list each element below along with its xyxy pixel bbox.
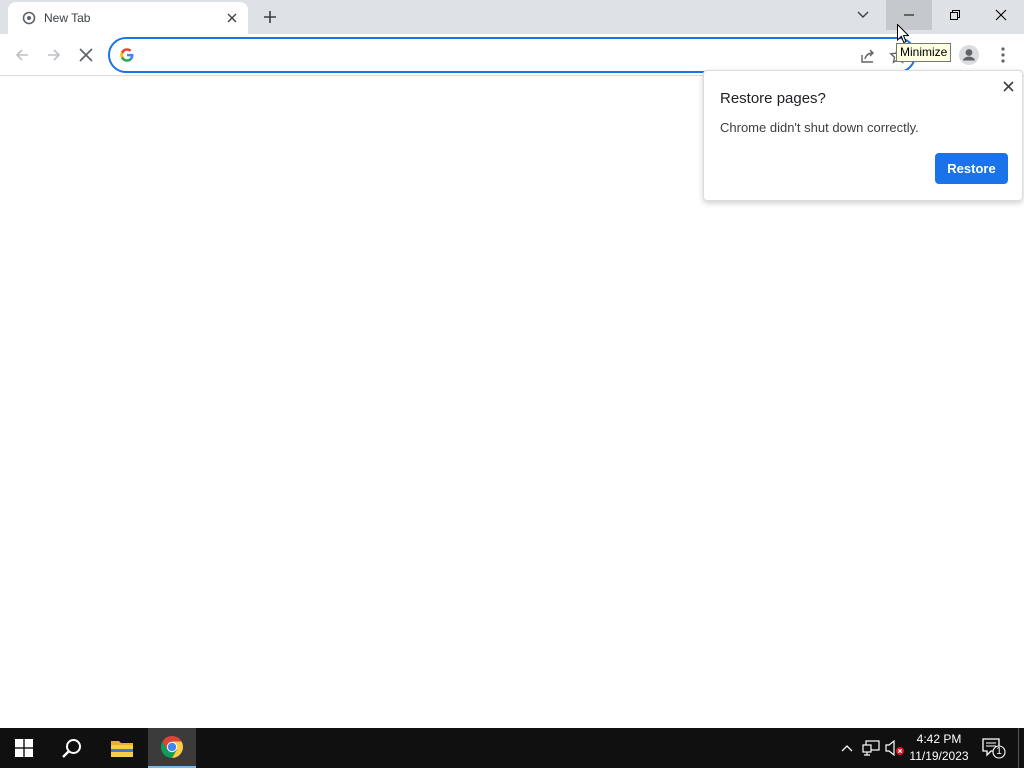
tab-search-button[interactable]: [851, 3, 875, 27]
start-button[interactable]: [0, 728, 48, 768]
stop-loading-button[interactable]: [72, 41, 100, 69]
windows-taskbar: 4:42 PM 11/19/2023 1: [0, 728, 1024, 768]
address-input[interactable]: [144, 44, 844, 66]
file-explorer-button[interactable]: [98, 728, 146, 768]
tray-overflow-chevron-icon[interactable]: [837, 738, 857, 758]
address-bar[interactable]: [108, 37, 916, 73]
share-icon[interactable]: [858, 46, 878, 66]
tab-title: New Tab: [44, 11, 91, 25]
clock-date: 11/19/2023: [909, 749, 969, 763]
tab-strip: New Tab: [0, 0, 1024, 34]
forward-button[interactable]: [40, 41, 68, 69]
plus-icon: [264, 11, 276, 23]
tab-close-icon[interactable]: [222, 8, 242, 28]
dialog-close-icon[interactable]: [1000, 78, 1016, 94]
system-clock[interactable]: 4:42 PM 11/19/2023: [906, 731, 972, 765]
google-g-icon: [119, 47, 135, 63]
taskbar-search-button[interactable]: [48, 728, 96, 768]
chrome-taskbar-button[interactable]: [148, 728, 196, 768]
back-button[interactable]: [8, 41, 36, 69]
search-icon: [62, 739, 81, 758]
notification-count-badge: 1: [996, 746, 1002, 757]
dialog-title: Restore pages?: [720, 90, 826, 107]
stop-icon: [79, 48, 93, 62]
restore-down-icon: [950, 10, 960, 20]
close-window-button[interactable]: [978, 0, 1024, 30]
windows-logo-icon: [15, 739, 33, 757]
minimize-button[interactable]: [886, 0, 932, 30]
more-vert-icon: [1001, 47, 1005, 63]
folder-icon: [111, 741, 133, 757]
restore-button[interactable]: Restore: [935, 153, 1008, 184]
clock-time: 4:42 PM: [916, 732, 962, 746]
restore-down-button[interactable]: [932, 0, 978, 30]
dialog-message: Chrome didn't shut down correctly.: [720, 120, 919, 135]
tab-new-tab[interactable]: New Tab: [8, 2, 248, 34]
chrome-favicon-icon: [22, 11, 36, 25]
minimize-tooltip: Minimize: [896, 43, 952, 62]
action-center-button[interactable]: 1: [980, 736, 1006, 760]
close-icon: [995, 9, 1007, 21]
arrow-right-icon: [48, 49, 61, 61]
show-desktop-button[interactable]: [1018, 728, 1024, 768]
volume-muted-icon[interactable]: [885, 738, 905, 758]
profile-button[interactable]: [956, 42, 982, 68]
arrow-left-icon: [15, 49, 28, 61]
restore-pages-dialog: Restore pages? Chrome didn't shut down c…: [703, 70, 1023, 201]
chrome-menu-button[interactable]: [990, 42, 1016, 68]
chrome-logo-icon: [161, 736, 183, 758]
new-tab-button[interactable]: [258, 5, 282, 29]
network-icon[interactable]: [861, 738, 881, 758]
avatar-icon: [959, 45, 979, 65]
mouse-cursor-icon: [897, 24, 909, 44]
screen: New Tab Minimize Restore pages? Chrome d…: [0, 0, 1024, 768]
minimize-icon: [904, 14, 914, 16]
chevron-down-icon: [857, 11, 869, 18]
